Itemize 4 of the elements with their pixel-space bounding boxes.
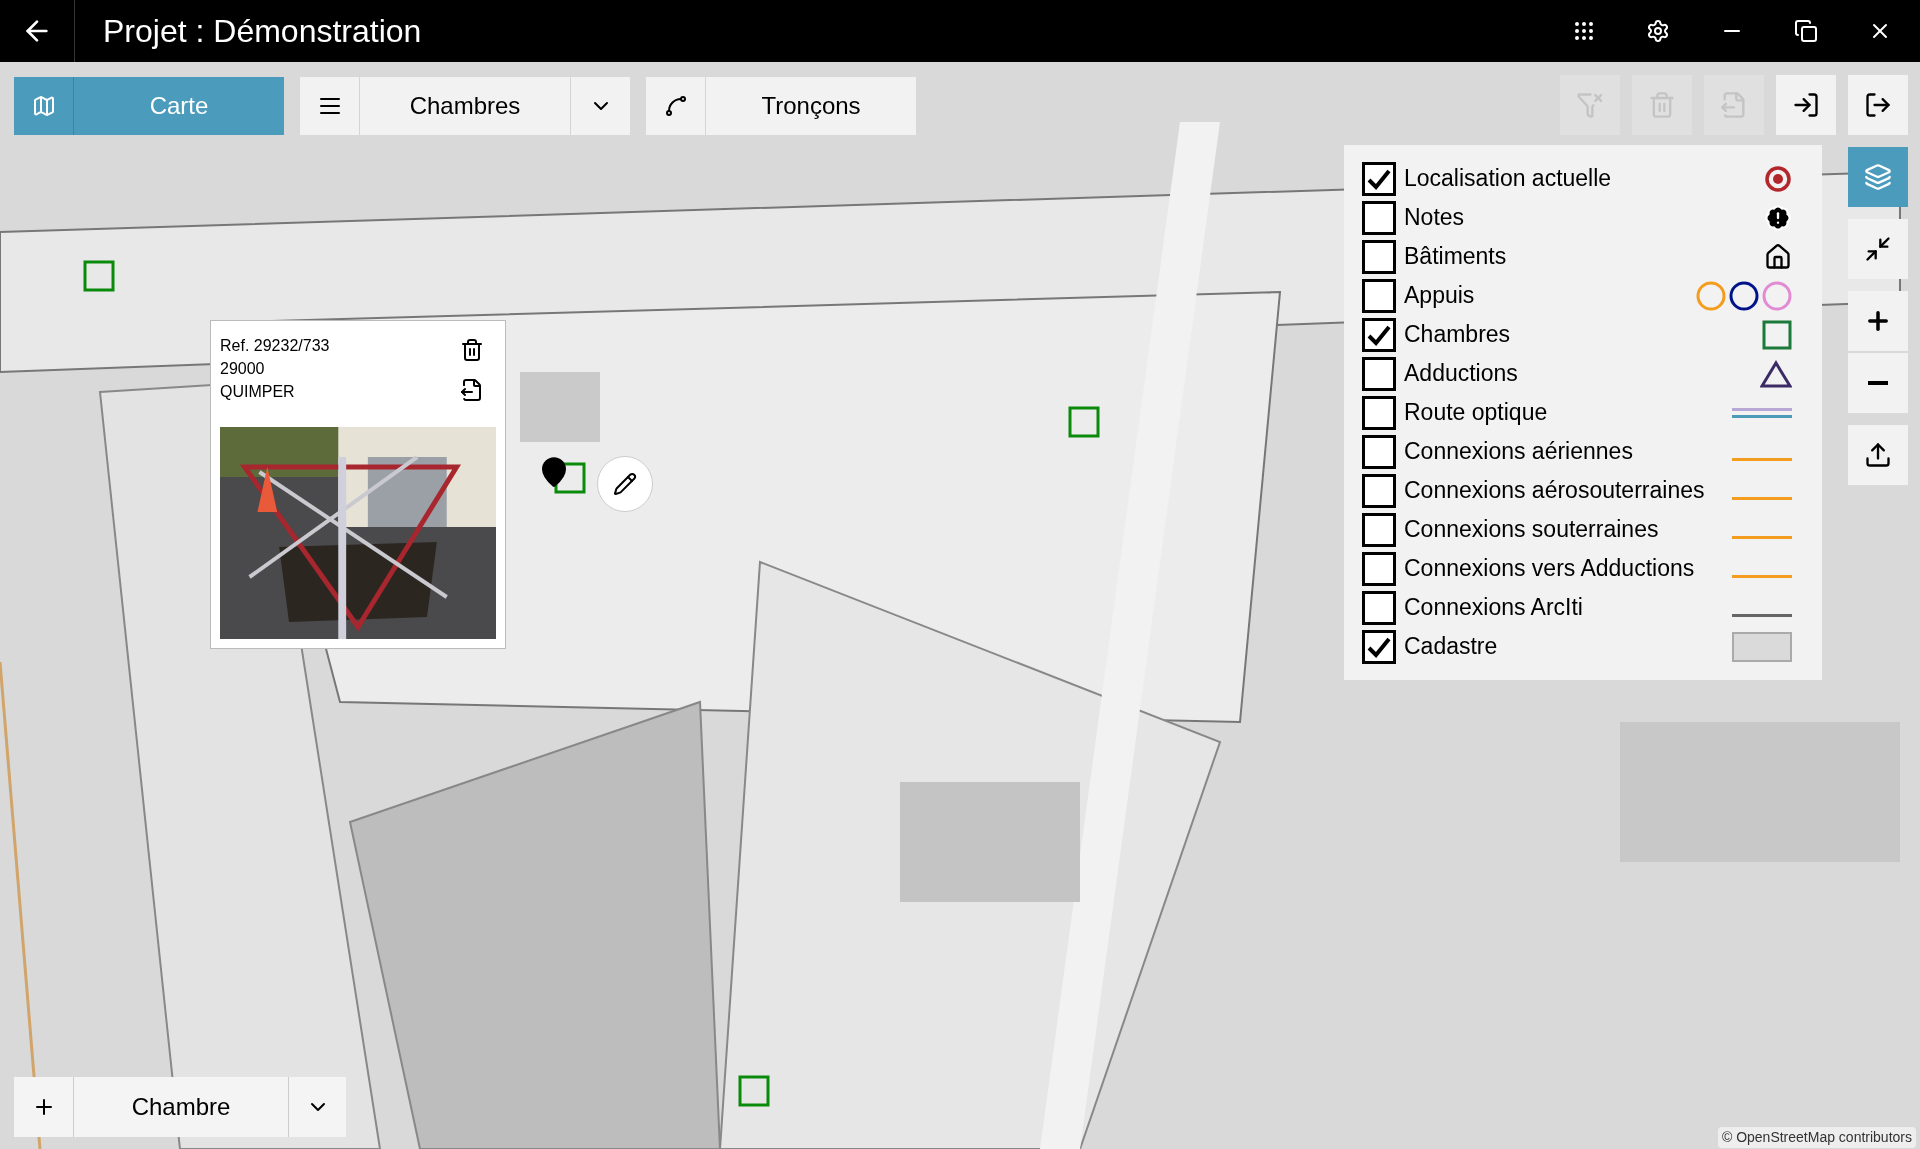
window-title: Projet : Démonstration <box>103 12 422 51</box>
apps-icon[interactable] <box>1572 19 1596 43</box>
restore-icon[interactable] <box>1794 19 1818 43</box>
settings-icon[interactable] <box>1646 19 1670 43</box>
